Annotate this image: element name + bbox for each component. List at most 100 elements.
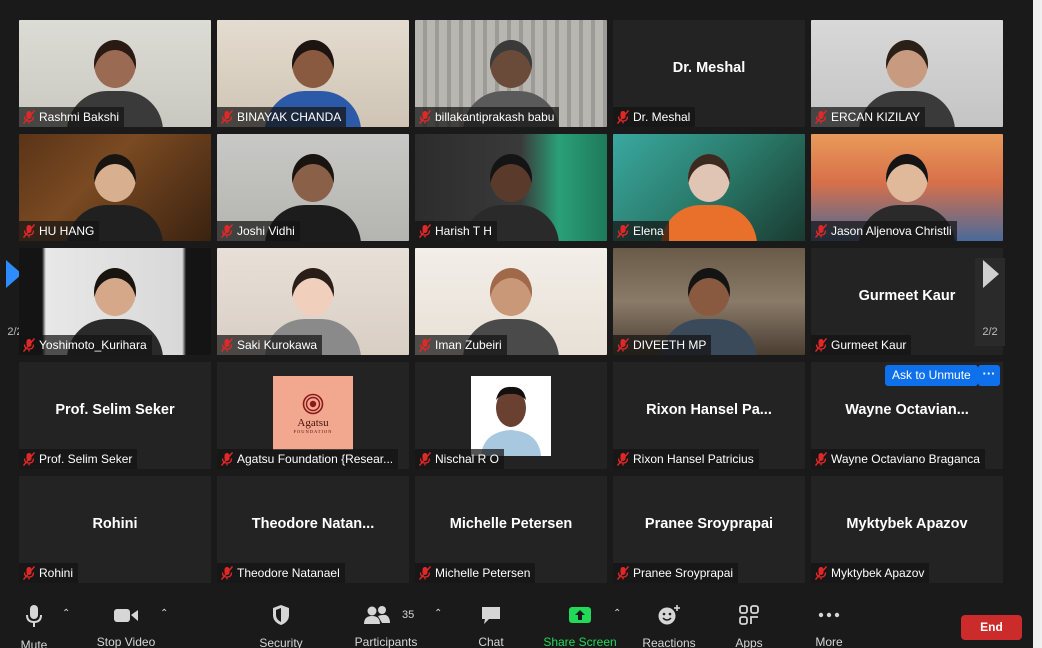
chat-button[interactable]: Chat bbox=[472, 604, 510, 648]
participant-name-label: Myktybek Apazov bbox=[811, 563, 930, 583]
participant-more-options-button[interactable]: ··· bbox=[978, 365, 1000, 386]
participant-tile[interactable]: Iman Zubeiri bbox=[415, 248, 607, 355]
share-screen-icon bbox=[568, 604, 592, 625]
share-options-caret[interactable]: ⌃ bbox=[613, 608, 621, 619]
participants-options-caret[interactable]: ⌃ bbox=[434, 608, 442, 619]
logo-text: Agatsu bbox=[297, 416, 329, 429]
muted-mic-icon bbox=[418, 110, 432, 124]
participant-display-name: Rohini bbox=[92, 516, 138, 532]
participant-tile[interactable]: DIVEETH MP bbox=[613, 248, 805, 355]
muted-mic-icon bbox=[220, 224, 234, 238]
muted-mic-icon bbox=[616, 224, 630, 238]
participant-name: Prof. Selim Seker bbox=[39, 452, 133, 466]
participant-tile[interactable]: Yoshimoto_Kurihara bbox=[19, 248, 211, 355]
person-head bbox=[490, 268, 532, 316]
meeting-toolbar: Mute ⌃ Stop Video ⌃ Security Participant… bbox=[0, 596, 1033, 648]
muted-mic-icon bbox=[814, 566, 828, 580]
stop-video-button[interactable]: Stop Video bbox=[94, 604, 158, 648]
participant-name: Myktybek Apazov bbox=[831, 566, 925, 580]
participant-name: billakantiprakash babu bbox=[435, 110, 555, 124]
participant-tile[interactable]: Wayne Octavian... Ask to Unmute ··· Wayne O… bbox=[811, 362, 1003, 469]
muted-mic-icon bbox=[220, 110, 234, 124]
participant-tile[interactable]: Elena bbox=[613, 134, 805, 241]
participant-name-label: Yoshimoto_Kurihara bbox=[19, 335, 152, 355]
profile-photo bbox=[471, 376, 551, 456]
participant-tile[interactable]: Saki Kurokawa bbox=[217, 248, 409, 355]
participant-display-name: Rixon Hansel Pa... bbox=[646, 402, 772, 418]
muted-mic-icon bbox=[220, 566, 234, 580]
mute-button[interactable]: Mute bbox=[14, 604, 54, 648]
participant-tile[interactable]: Pranee Sroyprapai Pranee Sroyprapai bbox=[613, 476, 805, 583]
participant-tile[interactable]: ERCAN KIZILAY bbox=[811, 20, 1003, 127]
muted-mic-icon bbox=[418, 110, 432, 124]
logo-mark-icon bbox=[302, 393, 324, 414]
participant-name-label: BINAYAK CHANDA bbox=[217, 107, 347, 127]
audio-options-caret[interactable]: ⌃ bbox=[62, 608, 70, 619]
muted-mic-icon bbox=[814, 338, 828, 352]
logo-subtext: FOUNDATION bbox=[293, 428, 333, 434]
participant-tile[interactable]: Myktybek Apazov Myktybek Apazov bbox=[811, 476, 1003, 583]
participant-tile[interactable]: Harish T H bbox=[415, 134, 607, 241]
more-button[interactable]: More bbox=[810, 604, 848, 648]
participant-name: Rohini bbox=[39, 566, 74, 580]
participant-name-label: Iman Zubeiri bbox=[415, 335, 507, 355]
participant-tile[interactable]: BINAYAK CHANDA bbox=[217, 20, 409, 127]
participant-tile[interactable]: billakantiprakash babu bbox=[415, 20, 607, 127]
participant-name: Rixon Hansel Patricius bbox=[633, 452, 754, 466]
participant-name: Agatsu Foundation {Resear... bbox=[237, 452, 394, 466]
video-options-caret[interactable]: ⌃ bbox=[160, 608, 168, 619]
participant-tile[interactable]: Jason Aljenova Christli bbox=[811, 134, 1003, 241]
participant-tile[interactable]: Rashmi Bakshi bbox=[19, 20, 211, 127]
participant-name-label: billakantiprakash babu bbox=[415, 107, 560, 127]
muted-mic-icon bbox=[814, 224, 828, 238]
muted-mic-icon bbox=[22, 110, 36, 124]
next-page-button[interactable]: 2/2 bbox=[975, 258, 1005, 346]
muted-mic-icon bbox=[616, 224, 630, 238]
participant-display-name: Wayne Octavian... bbox=[845, 402, 969, 418]
muted-mic-icon bbox=[220, 566, 234, 580]
participant-name-label: Rashmi Bakshi bbox=[19, 107, 125, 127]
person-head bbox=[94, 40, 136, 88]
share-screen-button[interactable]: Share Screen bbox=[543, 604, 617, 648]
page-indicator: 2/2 bbox=[982, 326, 998, 338]
apps-icon bbox=[738, 604, 760, 626]
participant-tile[interactable]: Michelle Petersen Michelle Petersen bbox=[415, 476, 607, 583]
participant-name: Nischal R O bbox=[435, 452, 500, 466]
participant-name: Joshi Vidhi bbox=[237, 224, 295, 238]
participant-tile[interactable]: Joshi Vidhi bbox=[217, 134, 409, 241]
participant-name-label: Rixon Hansel Patricius bbox=[613, 449, 759, 469]
participants-icon bbox=[363, 604, 391, 625]
muted-mic-icon bbox=[418, 566, 432, 580]
participant-name: Saki Kurokawa bbox=[237, 338, 318, 352]
participant-name-label: Saki Kurokawa bbox=[217, 335, 323, 355]
participant-tile[interactable]: Agatsu FOUNDATION Agatsu Foundation {Resea… bbox=[217, 362, 409, 469]
muted-mic-icon bbox=[814, 338, 828, 352]
participant-name-label: ERCAN KIZILAY bbox=[811, 107, 926, 127]
participant-name-label: Gurmeet Kaur bbox=[811, 335, 912, 355]
muted-mic-icon bbox=[418, 224, 432, 238]
reactions-button[interactable]: Reactions bbox=[642, 604, 696, 648]
participant-tile[interactable]: Theodore Natan... Theodore Natanael bbox=[217, 476, 409, 583]
security-button[interactable]: Security bbox=[256, 604, 306, 648]
more-dots-icon bbox=[817, 604, 841, 625]
end-meeting-button[interactable]: End bbox=[961, 615, 1022, 640]
person-head bbox=[292, 268, 334, 316]
ask-to-unmute-button[interactable]: Ask to Unmute bbox=[885, 365, 978, 386]
participant-name: Pranee Sroyprapai bbox=[633, 566, 734, 580]
participant-name: Dr. Meshal bbox=[633, 110, 691, 124]
person-head bbox=[292, 40, 334, 88]
muted-mic-icon bbox=[616, 452, 630, 466]
participant-tile[interactable]: HU HANG bbox=[19, 134, 211, 241]
participant-tile[interactable]: Dr. Meshal Dr. Meshal bbox=[613, 20, 805, 127]
participant-tile[interactable]: Prof. Selim Seker Prof. Selim Seker bbox=[19, 362, 211, 469]
participant-name: HU HANG bbox=[39, 224, 95, 238]
participant-name: Elena bbox=[633, 224, 664, 238]
muted-mic-icon bbox=[220, 452, 234, 466]
participant-name: Jason Aljenova Christli bbox=[831, 224, 952, 238]
participant-tile[interactable]: Nischal R O bbox=[415, 362, 607, 469]
participant-name: Rashmi Bakshi bbox=[39, 110, 120, 124]
participant-tile[interactable]: Rohini Rohini bbox=[19, 476, 211, 583]
participant-tile[interactable]: Rixon Hansel Pa... Rixon Hansel Patricius bbox=[613, 362, 805, 469]
apps-button[interactable]: Apps bbox=[730, 604, 768, 648]
participant-name-label: Pranee Sroyprapai bbox=[613, 563, 739, 583]
